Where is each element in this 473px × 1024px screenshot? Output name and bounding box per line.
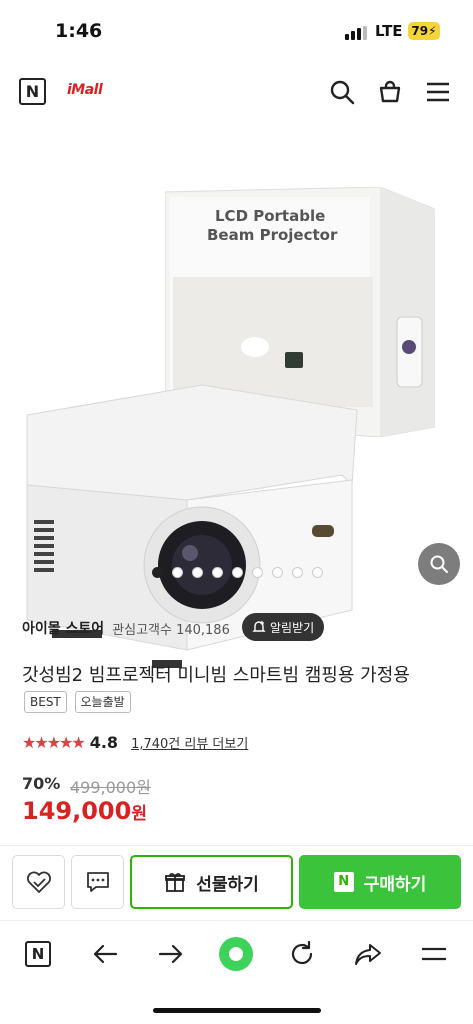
heart-check-icon [26,871,51,893]
back-arrow-icon[interactable] [85,934,125,974]
naver-home-icon[interactable]: N [18,934,58,974]
bell-plus-icon [252,621,266,632]
top-header: N iMall [0,70,473,114]
share-icon[interactable] [348,934,388,974]
green-dot-icon[interactable] [216,934,256,974]
gallery-dot[interactable] [312,567,323,578]
status-time: 1:46 [55,20,103,42]
battery-level: 79 [411,24,429,38]
naver-home-glyph: N [25,941,51,967]
purchase-action-bar: 선물하기 N 구매하기 [0,855,473,911]
image-zoom-button[interactable] [418,543,460,585]
search-icon [430,555,448,573]
status-bar: 1:46 LTE 79⚡ [0,0,473,60]
forward-arrow-icon[interactable] [151,934,191,974]
product-title: 갓성빔2 빔프로젝터 미니빔 스마트빔 캠핑용 가정용 BEST 오늘출발 [22,662,452,718]
star-rating-icon: ★★★★★ [22,733,86,752]
refresh-icon[interactable] [282,934,322,974]
rating-score: 4.8 [89,733,119,752]
sale-price-value: 149,000 [22,797,132,825]
naver-logo[interactable]: N [19,78,46,105]
product-image-gallery[interactable]: LCD Portable Beam Projector [0,125,473,668]
menu-icon[interactable] [414,934,454,974]
gift-button-label: 선물하기 [196,874,259,895]
reviews-link[interactable]: 1,740건 리뷰 더보기 [131,733,248,752]
product-title-text: 갓성빔2 빔프로젝터 미니빔 스마트빔 캠핑용 가정용 [22,665,410,686]
alarm-button[interactable]: 알림받기 [242,613,325,641]
naver-pay-icon: N [333,872,354,892]
buy-button[interactable]: N 구매하기 [299,855,461,909]
store-name[interactable]: 아이몰 스토어 [22,618,104,638]
chat-icon [86,872,109,892]
gallery-pagination[interactable] [152,567,323,578]
gallery-dot[interactable] [212,567,223,578]
gift-button[interactable]: 선물하기 [130,855,293,909]
alarm-button-label: 알림받기 [270,620,315,635]
battery-icon: 79⚡ [408,22,440,40]
gallery-dot[interactable] [152,567,163,578]
gallery-dot[interactable] [272,567,283,578]
gallery-dot[interactable] [232,567,243,578]
store-followers: 관심고객수 140,186 [112,622,230,638]
buy-button-label: 구매하기 [363,874,427,895]
gift-icon [165,873,186,892]
signal-icon [345,26,367,40]
box-title-line1: LCD Portable [215,207,325,225]
divider [0,845,473,846]
sale-price: 149,000원 [22,797,147,825]
browser-toolbar: N [0,920,473,990]
wishlist-button[interactable] [12,855,65,909]
box-title-line2: Beam Projector [207,226,338,244]
tag-today-shipping: 오늘출발 [74,691,131,713]
gallery-dot[interactable] [192,567,203,578]
rating-row: ★★★★★ 4.8 1,740건 리뷰 더보기 [22,733,248,752]
gallery-dot[interactable] [292,567,303,578]
store-row: 아이몰 스토어 관심고객수 140,186 알림받기 [22,612,325,644]
gallery-dot[interactable] [252,567,263,578]
cart-icon[interactable] [374,76,406,108]
original-price: 499,000원 [70,778,151,797]
chat-button[interactable] [71,855,124,909]
tag-best: BEST [24,691,67,713]
search-icon[interactable] [326,76,358,108]
gallery-dot[interactable] [172,567,183,578]
network-label: LTE [375,22,403,40]
store-logo[interactable]: iMall [67,82,103,98]
price-unit: 원 [131,804,147,824]
home-indicator[interactable] [153,1008,321,1013]
menu-icon[interactable] [422,76,454,108]
discount-rate: 70% [22,774,61,793]
